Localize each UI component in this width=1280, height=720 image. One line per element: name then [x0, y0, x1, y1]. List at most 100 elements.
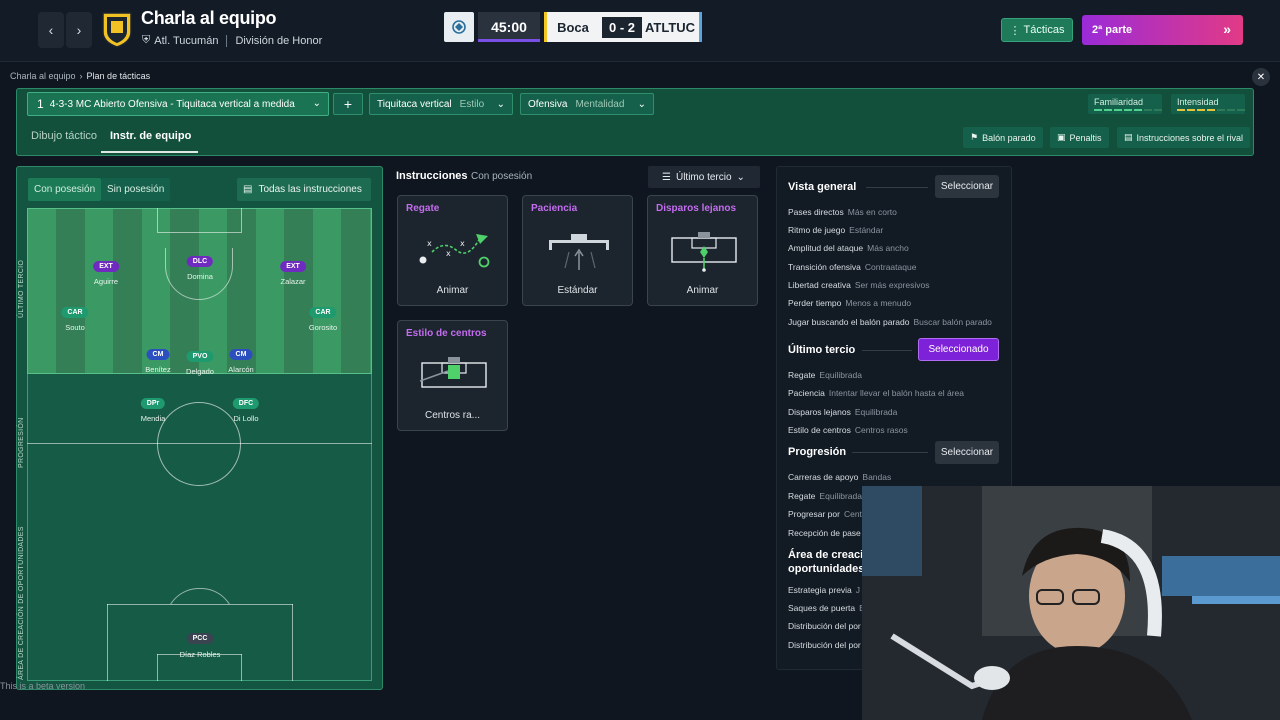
player-name: Domina — [187, 272, 213, 281]
pitch-line — [157, 208, 158, 232]
chevron-down-icon: ⌄ — [496, 99, 505, 110]
dribbling-icon: x x x — [419, 234, 490, 268]
overview-final-third-title: Último tercio — [788, 344, 856, 356]
tactics-icon: ⋮ — [1009, 24, 1021, 37]
svg-text:x: x — [446, 249, 451, 258]
zone-label-build-up: ÁREA DE CREACIÓN DE OPORTUNIDADES — [18, 526, 25, 680]
player-name: Gorosito — [308, 323, 338, 332]
player-name: Díaz Robles — [179, 650, 221, 659]
overview-row: Transición ofensiva Contraataque — [788, 262, 917, 272]
select-general-button[interactable]: Seleccionar — [935, 175, 999, 198]
player-position-chip[interactable]: PVO — [186, 351, 214, 362]
overview-row: Pases directos Más en corto — [788, 207, 897, 217]
instruction-card-crossing-style[interactable]: Estilo de centros Centros ra... — [397, 320, 508, 431]
mentality-dropdown[interactable]: Ofensiva Mentalidad ⌄ — [520, 93, 654, 115]
divider — [866, 187, 928, 188]
selected-final-third-button[interactable]: Seleccionado — [918, 338, 999, 361]
player-name: Zalazar — [280, 277, 306, 286]
player-position-chip[interactable]: PCC — [186, 633, 214, 644]
out-of-possession-toggle[interactable]: Sin posesión — [101, 178, 171, 201]
intensity-meter[interactable]: Intensidad — [1171, 94, 1245, 114]
player-position-chip[interactable]: CM — [146, 349, 170, 360]
score-panel: Boca 0 - 2 ATLTUC — [544, 12, 702, 42]
pitch-line — [157, 654, 158, 681]
overview-row: Paciencia Intentar llevar el balón hasta … — [788, 388, 965, 398]
instruction-card-dribbling[interactable]: Regate x x x Animar — [397, 195, 508, 306]
divider — [862, 350, 912, 351]
away-color-stripe — [699, 12, 702, 42]
player-position-chip[interactable]: CAR — [309, 307, 337, 318]
overview-build-up-title-line2: oportunidades — [788, 563, 865, 575]
set-pieces-button[interactable]: ⚑ Balón parado — [963, 127, 1043, 148]
opposition-instructions-button[interactable]: ▤ Instrucciones sobre el rival — [1117, 127, 1251, 148]
svg-text:x: x — [460, 239, 465, 248]
player-position-chip[interactable]: CM — [229, 349, 253, 360]
club-info: ⛨ Atl. Tucumán División de Honor — [142, 34, 322, 47]
all-instructions-button[interactable]: ▤ Todas las instrucciones — [237, 178, 371, 201]
document-icon: ▤ — [243, 184, 253, 195]
overview-row: Ritmo de juego Estándar — [788, 225, 884, 235]
tactics-button[interactable]: ⋮ Tácticas — [1001, 18, 1073, 42]
active-tab-indicator — [101, 151, 198, 153]
webcam-overlay — [862, 486, 1280, 720]
player-position-chip[interactable]: EXT — [93, 261, 119, 272]
centre-circle — [157, 402, 241, 486]
player-position-chip[interactable]: DPr — [140, 398, 166, 409]
instruction-card-long-shots[interactable]: Disparos lejanos Animar — [647, 195, 758, 306]
breadcrumb-current: Plan de tácticas — [86, 71, 151, 81]
overview-row: Carreras de apoyo Bandas — [788, 472, 892, 482]
double-chevron-right-icon: » — [1223, 21, 1231, 37]
player-position-chip[interactable]: DLC — [186, 256, 214, 267]
add-tactic-button[interactable]: + — [333, 93, 363, 115]
patience-icon — [549, 234, 609, 270]
match-clock: 45:00 — [478, 12, 540, 42]
pitch-line — [107, 604, 108, 681]
familiarity-meter[interactable]: Familiaridad — [1088, 94, 1162, 114]
player-name: Benítez — [145, 365, 171, 374]
match-scoreboard: 45:00 Boca 0 - 2 ATLTUC — [444, 12, 702, 42]
tab-tactical-drawing[interactable]: Dibujo táctico — [31, 130, 97, 142]
player-position-chip[interactable]: CAR — [61, 307, 89, 318]
flag-icon: ⚑ — [970, 132, 979, 142]
chevron-down-icon: ⌄ — [312, 98, 321, 109]
player-name: Mendia — [140, 414, 166, 423]
back-button[interactable]: ‹ — [38, 12, 64, 48]
overview-row: Libertad creativa Ser más expresivos — [788, 280, 930, 290]
forward-button[interactable]: › — [66, 12, 92, 48]
in-possession-toggle[interactable]: Con posesión — [28, 178, 102, 201]
formation-dropdown[interactable]: 1 4-3-3 MC Abierto Ofensiva - Tiquitaca … — [27, 92, 329, 116]
zone-label-progression: PROGRESIÓN — [18, 417, 25, 468]
player-name: Di Lollo — [233, 414, 259, 423]
select-progression-button[interactable]: Seleccionar — [935, 441, 999, 464]
overview-row: Distribución del por — [788, 621, 861, 631]
penalty-icon: ▣ — [1057, 132, 1066, 142]
player-position-chip[interactable]: DFC — [232, 398, 260, 409]
instructions-subtitle: Con posesión — [471, 171, 533, 182]
score: 0 - 2 — [602, 16, 643, 38]
overview-general-title: Vista general — [788, 181, 857, 193]
clipboard-icon: ▤ — [1124, 132, 1133, 142]
pitch-line — [241, 654, 242, 681]
tab-team-instructions[interactable]: Instr. de equipo — [110, 130, 191, 142]
penalties-button[interactable]: ▣ Penaltis — [1050, 127, 1109, 148]
player-position-chip[interactable]: EXT — [280, 261, 306, 272]
chevron-down-icon: ⌄ — [637, 99, 646, 110]
match-engine-icon[interactable] — [444, 12, 474, 42]
familiarity-bars — [1094, 109, 1162, 111]
pitch-line — [241, 208, 242, 232]
overview-row: Progresar por Cent — [788, 509, 862, 519]
instruction-card-patience[interactable]: Paciencia Estándar — [522, 195, 633, 306]
breadcrumb-parent[interactable]: Charla al equipo — [10, 71, 76, 81]
overview-progression-title: Progresión — [788, 446, 847, 458]
style-dropdown[interactable]: Tiquitaca vertical Estilo ⌄ — [369, 93, 513, 115]
webcam-feed-image — [862, 486, 1280, 720]
long-shots-icon — [671, 232, 737, 272]
club-crest-icon — [100, 10, 134, 48]
close-button[interactable]: ✕ — [1252, 68, 1270, 86]
zone-label-final-third: ÚLTIMO TERCIO — [18, 259, 25, 318]
overview-row: Perder tiempo Menos a menudo — [788, 298, 912, 308]
away-team: ATLTUC — [644, 19, 696, 35]
second-half-button[interactable]: 2ª parte » — [1082, 15, 1243, 45]
overview-row: Estrategia previa J — [788, 585, 861, 595]
zone-dropdown[interactable]: ☰ Último tercio ⌄ — [648, 166, 760, 188]
